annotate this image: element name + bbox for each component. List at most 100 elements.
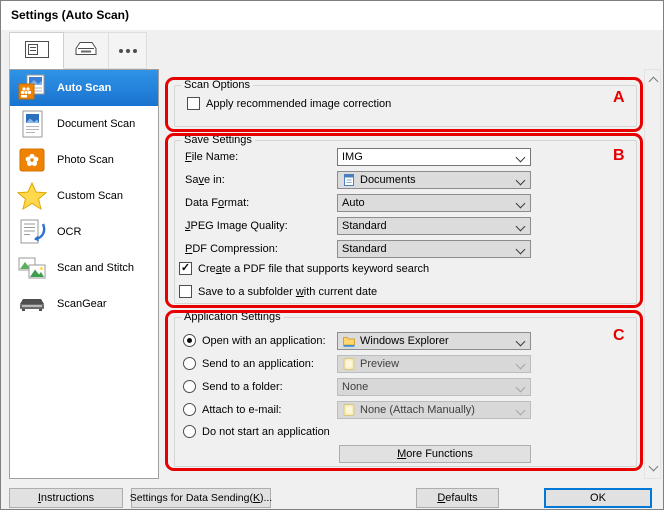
sidebar-item-document-scan[interactable]: Document Scan bbox=[10, 106, 158, 142]
application-settings-title: Application Settings bbox=[181, 311, 284, 323]
sidebar-item-ocr[interactable]: OCR bbox=[10, 214, 158, 250]
attach-email-radio[interactable] bbox=[183, 403, 196, 416]
no-app-row: Do not start an application bbox=[183, 425, 330, 438]
sidebar-item-label: Photo Scan bbox=[57, 154, 114, 166]
send-app-label: Send to an application: bbox=[202, 358, 314, 370]
more-functions-button[interactable]: More Functions bbox=[339, 445, 531, 463]
sidebar-item-label: ScanGear bbox=[57, 298, 107, 310]
attach-email-row: Attach to e-mail: bbox=[183, 403, 281, 416]
chevron-down-icon bbox=[516, 176, 526, 186]
annotation-letter-a: A bbox=[613, 89, 625, 107]
chevron-down-icon bbox=[516, 222, 526, 232]
defaults-button[interactable]: Defaults bbox=[416, 488, 499, 508]
scan-options-title: Scan Options bbox=[181, 79, 253, 91]
window-title: Settings (Auto Scan) bbox=[11, 8, 129, 22]
settings-list-icon bbox=[25, 41, 49, 61]
chevron-down-icon bbox=[516, 245, 526, 255]
app-icon bbox=[342, 357, 356, 371]
chevron-down-icon bbox=[516, 199, 526, 209]
file-name-combobox[interactable]: IMG bbox=[337, 148, 531, 166]
sidebar-item-scan-and-stitch[interactable]: Scan and Stitch bbox=[10, 250, 158, 286]
annotation-letter-b: B bbox=[613, 147, 625, 165]
send-folder-value: None bbox=[342, 381, 368, 393]
scan-mode-sidebar: Auto Scan Document Scan bbox=[9, 69, 159, 479]
send-folder-row: Send to a folder: bbox=[183, 380, 283, 393]
save-in-label: Save in: bbox=[185, 174, 225, 186]
app-icon bbox=[342, 403, 356, 417]
data-format-label: Data Format: bbox=[185, 197, 249, 209]
sidebar-item-scangear[interactable]: ScanGear bbox=[10, 286, 158, 322]
vertical-scrollbar[interactable] bbox=[644, 69, 661, 479]
save-in-combobox[interactable]: Documents bbox=[337, 171, 531, 189]
chevron-down-icon bbox=[516, 383, 526, 393]
send-app-value: Preview bbox=[360, 358, 399, 370]
save-settings-title: Save Settings bbox=[181, 134, 255, 146]
attach-email-combobox: None (Attach Manually) bbox=[337, 401, 531, 419]
apply-correction-label: Apply recommended image correction bbox=[206, 98, 391, 110]
ok-button[interactable]: OK bbox=[544, 488, 652, 508]
sidebar-item-label: OCR bbox=[57, 226, 81, 238]
tab-flatbed-settings[interactable] bbox=[9, 32, 64, 69]
document-scan-icon bbox=[15, 109, 49, 139]
save-subfolder-row: Save to a subfolder with current date bbox=[179, 285, 377, 298]
sidebar-item-auto-scan[interactable]: Auto Scan bbox=[10, 70, 158, 106]
no-app-label: Do not start an application bbox=[202, 426, 330, 438]
open-with-radio[interactable] bbox=[183, 334, 196, 347]
file-name-label: File Name: bbox=[185, 151, 238, 163]
file-name-value: IMG bbox=[342, 151, 363, 163]
chevron-down-icon[interactable] bbox=[649, 462, 659, 472]
scan-and-stitch-icon bbox=[15, 253, 49, 283]
pdf-compression-value: Standard bbox=[342, 243, 387, 255]
send-folder-label: Send to a folder: bbox=[202, 381, 283, 393]
instructions-button[interactable]: Instructions bbox=[9, 488, 123, 508]
annotation-letter-c: C bbox=[613, 327, 625, 345]
settings-dialog: Settings (Auto Scan) bbox=[0, 0, 664, 510]
adf-scanner-icon bbox=[73, 41, 99, 60]
save-subfolder-label: Save to a subfolder with current date bbox=[198, 286, 377, 298]
jpeg-quality-label: JPEG Image Quality: bbox=[185, 220, 288, 232]
tab-scanner-settings[interactable] bbox=[63, 32, 109, 69]
chevron-down-icon bbox=[516, 153, 526, 163]
ellipsis-icon bbox=[119, 49, 137, 53]
sidebar-item-custom-scan[interactable]: Custom Scan bbox=[10, 178, 158, 214]
tab-more-settings[interactable] bbox=[108, 32, 147, 69]
attach-email-value: None (Attach Manually) bbox=[360, 404, 475, 416]
pdf-compression-label: PDF Compression: bbox=[185, 243, 278, 255]
open-with-combobox[interactable]: Windows Explorer bbox=[337, 332, 531, 350]
send-app-radio[interactable] bbox=[183, 357, 196, 370]
photo-scan-icon bbox=[15, 145, 49, 175]
attach-email-label: Attach to e-mail: bbox=[202, 404, 281, 416]
save-subfolder-checkbox[interactable] bbox=[179, 285, 192, 298]
title-bar: Settings (Auto Scan) bbox=[1, 1, 663, 30]
jpeg-quality-combobox[interactable]: Standard bbox=[337, 217, 531, 235]
chevron-down-icon bbox=[516, 360, 526, 370]
data-format-combobox[interactable]: Auto bbox=[337, 194, 531, 212]
apply-correction-checkbox[interactable] bbox=[187, 97, 200, 110]
custom-scan-icon bbox=[15, 181, 49, 211]
apply-correction-row: Apply recommended image correction bbox=[187, 97, 391, 110]
open-with-row: Open with an application: bbox=[183, 334, 326, 347]
open-with-label: Open with an application: bbox=[202, 335, 326, 347]
chevron-up-icon[interactable] bbox=[649, 77, 659, 87]
sidebar-item-photo-scan[interactable]: Photo Scan bbox=[10, 142, 158, 178]
create-pdf-keyword-label: Create a PDF file that supports keyword … bbox=[198, 263, 429, 275]
sidebar-item-label: Scan and Stitch bbox=[57, 262, 134, 274]
auto-scan-icon bbox=[15, 73, 49, 103]
settings-for-data-sending-button[interactable]: Settings for Data Sending(K)... bbox=[131, 488, 271, 508]
ocr-icon bbox=[15, 217, 49, 247]
sidebar-item-label: Custom Scan bbox=[57, 190, 123, 202]
windows-explorer-icon bbox=[342, 334, 356, 348]
sidebar-item-label: Auto Scan bbox=[57, 82, 111, 94]
open-with-value: Windows Explorer bbox=[360, 335, 449, 347]
pdf-compression-combobox[interactable]: Standard bbox=[337, 240, 531, 258]
save-in-value: Documents bbox=[360, 174, 416, 186]
scangear-icon bbox=[15, 289, 49, 319]
send-folder-combobox: None bbox=[337, 378, 531, 396]
send-app-row: Send to an application: bbox=[183, 357, 314, 370]
chevron-down-icon bbox=[516, 337, 526, 347]
send-app-combobox: Preview bbox=[337, 355, 531, 373]
create-pdf-keyword-checkbox[interactable]: ✓ bbox=[179, 262, 192, 275]
create-pdf-keyword-row: ✓ Create a PDF file that supports keywor… bbox=[179, 262, 429, 275]
no-app-radio[interactable] bbox=[183, 425, 196, 438]
send-folder-radio[interactable] bbox=[183, 380, 196, 393]
